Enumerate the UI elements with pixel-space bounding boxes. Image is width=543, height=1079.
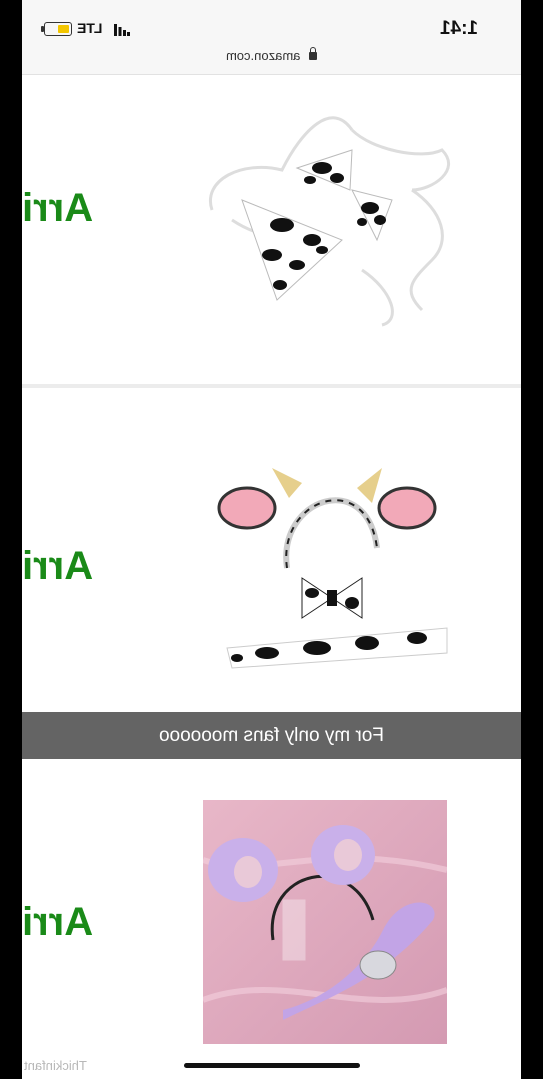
product-row[interactable]: Arri: [22, 388, 521, 712]
purple-fur-set-image: [203, 800, 447, 1044]
address-bar[interactable]: amazon.com: [22, 47, 521, 63]
home-indicator[interactable]: [184, 1063, 360, 1068]
arrival-label: Arri: [22, 544, 94, 588]
watermark: Thickinfant: [24, 1058, 87, 1073]
caption-text: For my only fans moooooo: [159, 725, 384, 746]
cow-ears-set-image: [217, 468, 448, 669]
status-bar: LTE 1:41 amazon.com: [22, 0, 521, 75]
clock: 1:41: [440, 18, 479, 39]
product-row[interactable]: Arri: [22, 760, 521, 1060]
signal-icon: [114, 24, 130, 36]
phone-screen: LTE 1:41 amazon.com Arri Arri For my onl…: [22, 0, 521, 1079]
caption-overlay: For my only fans moooooo: [22, 712, 521, 759]
arrival-label: Arri: [22, 900, 94, 944]
cow-bikini-image: [208, 116, 450, 327]
product-row[interactable]: Arri: [22, 76, 521, 384]
battery-icon: [41, 22, 72, 36]
arrival-label: Arri: [22, 186, 94, 230]
lock-icon: [308, 47, 317, 60]
url-text: amazon.com: [226, 48, 301, 63]
network-label: LTE: [77, 20, 103, 36]
